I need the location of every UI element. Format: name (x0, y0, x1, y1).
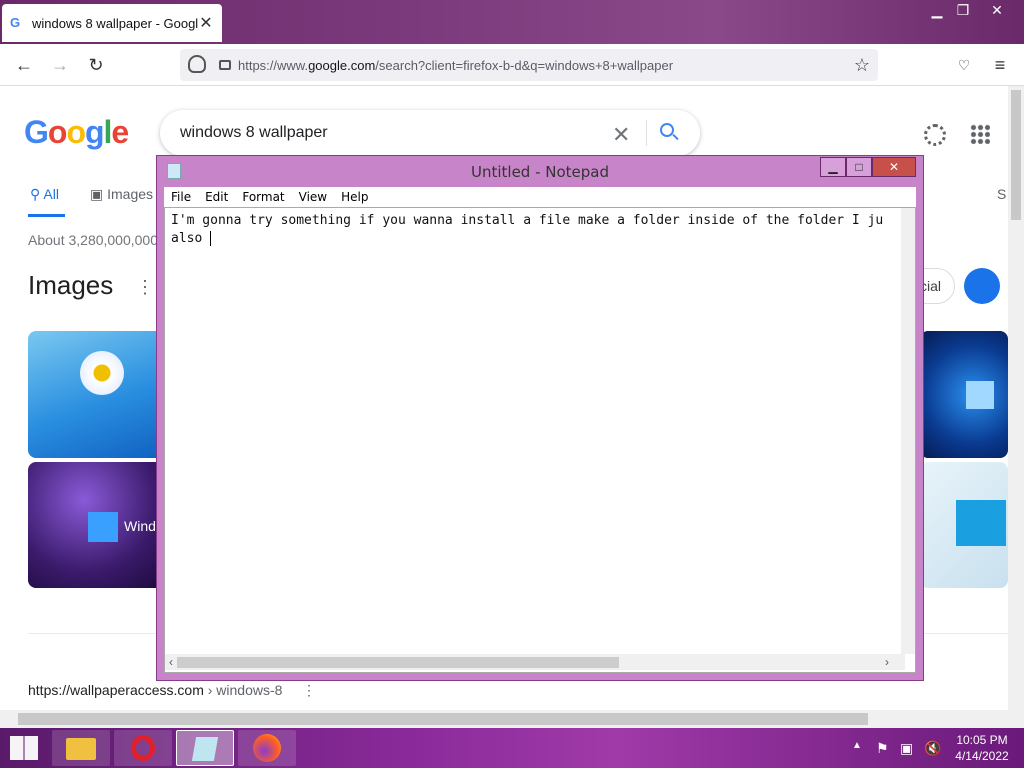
menu-format[interactable]: Format (235, 190, 291, 204)
opera-icon (131, 735, 155, 761)
notepad-minimize-button[interactable]: ▁ (820, 157, 846, 177)
menu-edit[interactable]: Edit (198, 190, 235, 204)
close-window-button[interactable]: ✕ (978, 0, 1016, 20)
folder-icon (66, 738, 96, 760)
text-cursor (210, 231, 212, 246)
tab-all-underline (28, 214, 65, 217)
menu-hamburger-icon[interactable]: ≡ (990, 55, 1010, 75)
wallpaper-thumbnail-daisy[interactable] (28, 331, 168, 458)
action-center-flag-icon[interactable]: ⚑ (876, 740, 889, 757)
wallpaper-thumbnail-blue[interactable] (920, 331, 1008, 458)
tab-images[interactable]: ▣ Images (90, 186, 153, 203)
wallpaper-thumbnail-purple[interactable]: Wind (28, 462, 168, 588)
scroll-right-icon[interactable]: › (885, 655, 889, 669)
notepad-taskbar-button[interactable] (176, 730, 234, 766)
pocket-icon[interactable]: ♡ (954, 55, 974, 75)
volume-muted-icon[interactable]: 🔇 (924, 740, 941, 757)
tab-all[interactable]: ⚲ All (30, 186, 59, 203)
notepad-vertical-scrollbar[interactable] (901, 208, 915, 654)
reload-icon[interactable]: ↻ (86, 55, 106, 75)
menu-view[interactable]: View (292, 190, 334, 204)
logo-letter: G (24, 114, 49, 150)
result-url[interactable]: https://wallpaperaccess.com › windows-8 (28, 682, 282, 698)
notepad-menu-bar: File Edit Format View Help (164, 187, 916, 207)
browser-tab-active[interactable]: G windows 8 wallpaper - Google S ✕ (2, 4, 222, 42)
windows-logo-icon (956, 500, 1006, 546)
more-options-icon[interactable]: ⋮ (136, 277, 154, 298)
wallpaper-thumbnail-light[interactable] (920, 462, 1008, 588)
clock-date: 4/14/2022 (955, 749, 1009, 763)
tab-title: windows 8 wallpaper - Google S (32, 15, 198, 31)
tab-more[interactable]: S (997, 186, 1006, 202)
show-hidden-icons[interactable]: ▲ (852, 740, 862, 751)
network-icon[interactable]: ▣ (900, 740, 913, 757)
url-text: https://www.google.com/search?client=fir… (238, 57, 674, 73)
images-heading: Images (28, 270, 114, 300)
apps-grid-icon[interactable] (970, 124, 990, 144)
clear-search-icon[interactable]: ✕ (612, 122, 630, 148)
google-logo[interactable]: Google (24, 114, 129, 151)
bookmark-star-icon[interactable]: ☆ (852, 55, 872, 75)
windows-logo-icon (88, 512, 118, 542)
restore-button[interactable]: ❐ (944, 0, 982, 20)
logo-letter: o (47, 114, 68, 150)
text-line: also (171, 231, 212, 246)
windows-logo-icon (966, 381, 994, 409)
menu-file[interactable]: File (164, 190, 198, 204)
text-line: I'm gonna try something if you wanna ins… (171, 213, 884, 228)
search-query: windows 8 wallpaper (180, 124, 328, 141)
firefox-icon (253, 734, 281, 762)
daisy-flower (80, 351, 124, 395)
result-count: About 3,280,000,000 (28, 232, 159, 248)
logo-letter: o (66, 114, 86, 150)
search-divider (646, 120, 647, 146)
tab-close-icon[interactable]: ✕ (198, 13, 214, 33)
notepad-maximize-button[interactable]: □ (846, 157, 872, 177)
file-explorer-taskbar-button[interactable] (52, 730, 110, 766)
notepad-title: Untitled - Notepad (470, 163, 610, 181)
logo-letter: g (84, 114, 105, 150)
lock-icon[interactable] (219, 60, 231, 70)
google-favicon-icon: G (10, 15, 21, 30)
firefox-taskbar-button[interactable] (238, 730, 296, 766)
notepad-text-area[interactable]: I'm gonna try something if you wanna ins… (164, 207, 916, 673)
forward-arrow-icon[interactable]: → (50, 55, 70, 75)
vertical-scroll-thumb[interactable] (1011, 90, 1021, 220)
shield-icon[interactable] (188, 55, 206, 73)
clock-time: 10:05 PM (956, 733, 1008, 747)
notepad-window: Untitled - Notepad ▁ □ ✕ File Edit Forma… (156, 155, 924, 681)
notepad-icon (191, 737, 219, 761)
result-more-icon[interactable]: ⋮ (302, 682, 316, 699)
horizontal-scroll-thumb[interactable] (18, 713, 868, 725)
url-bar[interactable]: https://www.google.com/search?client=fir… (180, 49, 878, 81)
settings-gear-icon[interactable] (924, 124, 946, 146)
notepad-close-button[interactable]: ✕ (872, 157, 916, 177)
system-clock[interactable]: 10:05 PM 4/14/2022 (940, 732, 1024, 764)
windows-start-icon[interactable] (10, 736, 38, 760)
scroll-left-icon[interactable]: ‹ (169, 655, 173, 669)
logo-letter: e (111, 114, 129, 150)
menu-help[interactable]: Help (334, 190, 375, 204)
opera-taskbar-button[interactable] (114, 730, 172, 766)
avatar[interactable] (964, 268, 1000, 304)
back-arrow-icon[interactable]: ← (14, 55, 34, 75)
notepad-scroll-thumb[interactable] (177, 657, 619, 668)
